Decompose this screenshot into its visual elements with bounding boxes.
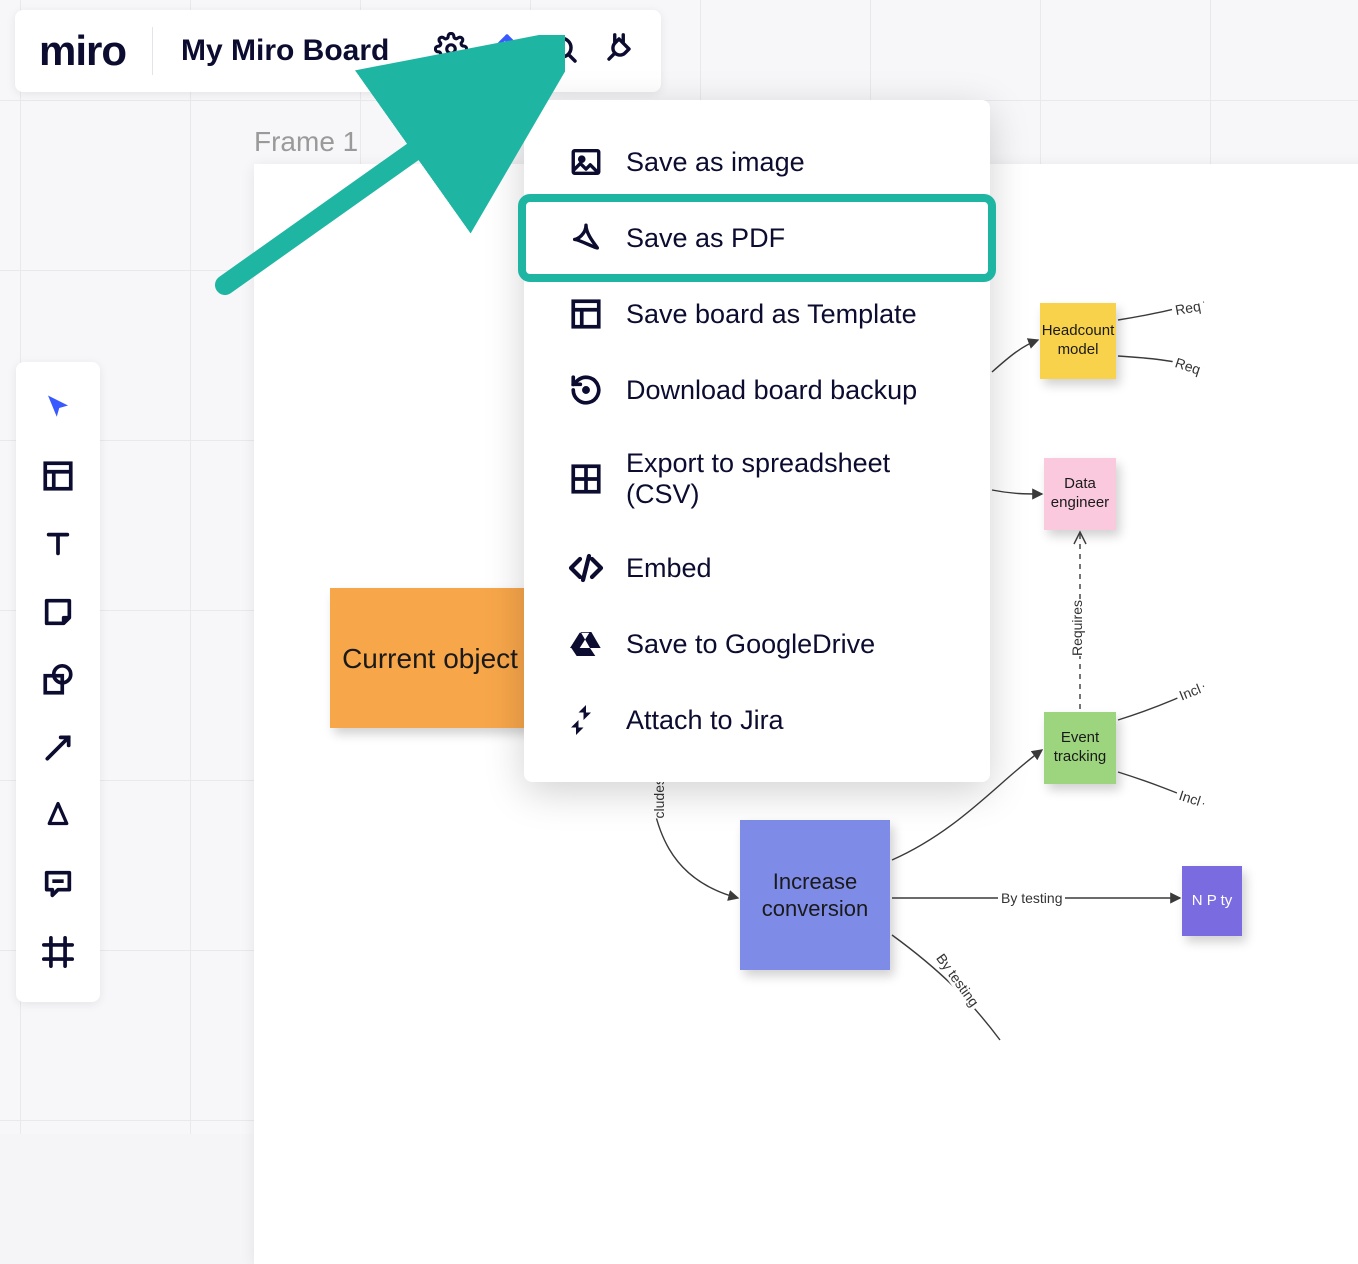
gear-icon xyxy=(434,32,468,71)
sticky-text: Current object xyxy=(342,641,518,676)
image-icon xyxy=(568,144,604,180)
export-button[interactable] xyxy=(483,27,531,75)
sticky-data-engineer[interactable]: Data engineer xyxy=(1044,458,1116,530)
menu-item-label: Save to GoogleDrive xyxy=(626,629,875,660)
template-icon xyxy=(41,459,75,498)
backup-icon xyxy=(568,372,604,408)
left-toolbar xyxy=(16,362,100,1002)
sticky-text: N P ty xyxy=(1192,892,1233,911)
menu-item-label: Export to spreadsheet (CSV) xyxy=(626,448,946,510)
menu-attach-jira[interactable]: Attach to Jira xyxy=(524,682,990,758)
menu-save-as-image[interactable]: Save as image xyxy=(524,124,990,200)
arrow-icon xyxy=(42,732,74,769)
menu-download-backup[interactable]: Download board backup xyxy=(524,352,990,428)
sticky-tool[interactable] xyxy=(28,584,88,644)
menu-item-label: Embed xyxy=(626,553,712,584)
select-tool[interactable] xyxy=(28,380,88,440)
google-drive-icon xyxy=(568,626,604,662)
edge-label: By testing xyxy=(998,890,1065,906)
pdf-icon xyxy=(568,220,604,256)
menu-export-csv[interactable]: Export to spreadsheet (CSV) xyxy=(524,428,990,530)
sticky-text: Increase conversion xyxy=(746,868,884,923)
text-icon xyxy=(42,528,74,565)
sticky-event-tracking[interactable]: Event tracking xyxy=(1044,712,1116,784)
search-icon xyxy=(547,33,579,70)
templates-tool[interactable] xyxy=(28,448,88,508)
spreadsheet-icon xyxy=(568,461,604,497)
sticky-partial-right[interactable]: N P ty xyxy=(1182,866,1242,936)
miro-logo[interactable]: miro xyxy=(39,27,126,75)
menu-item-label: Attach to Jira xyxy=(626,705,784,736)
menu-item-label: Save board as Template xyxy=(626,299,917,330)
menu-item-label: Download board backup xyxy=(626,375,917,406)
frame-icon xyxy=(41,935,75,974)
export-menu: Save as image Save as PDF Save board as … xyxy=(524,100,990,782)
menu-save-google-drive[interactable]: Save to GoogleDrive xyxy=(524,606,990,682)
jira-icon xyxy=(568,702,604,738)
top-bar: miro My Miro Board xyxy=(15,10,661,92)
pen-tool[interactable] xyxy=(28,788,88,848)
search-button[interactable] xyxy=(539,27,587,75)
menu-save-template[interactable]: Save board as Template xyxy=(524,276,990,352)
shape-icon xyxy=(41,663,75,702)
plug-icon xyxy=(602,32,636,71)
menu-item-label: Save as image xyxy=(626,147,805,178)
comment-icon xyxy=(41,867,75,906)
menu-save-as-pdf[interactable]: Save as PDF xyxy=(524,200,990,276)
embed-icon xyxy=(568,550,604,586)
frame-tool[interactable] xyxy=(28,924,88,984)
sticky-current-objective[interactable]: Current object xyxy=(330,588,530,728)
upload-icon xyxy=(490,32,524,71)
plugin-button[interactable] xyxy=(595,27,643,75)
sticky-text: Headcount model xyxy=(1042,322,1115,360)
edge-label: Requires xyxy=(1066,600,1088,656)
pen-icon xyxy=(43,799,73,838)
settings-button[interactable] xyxy=(427,27,475,75)
sticky-headcount-model[interactable]: Headcount model xyxy=(1040,303,1116,379)
comment-tool[interactable] xyxy=(28,856,88,916)
sticky-note-icon xyxy=(41,595,75,634)
edge-label: cludes xyxy=(648,778,670,818)
divider xyxy=(152,27,153,75)
sticky-text: Event tracking xyxy=(1050,729,1110,767)
sticky-increase-conversion[interactable]: Increase conversion xyxy=(740,820,890,970)
arrow-tool[interactable] xyxy=(28,720,88,780)
cursor-icon xyxy=(43,393,73,428)
frame-label: Frame 1 xyxy=(254,126,358,158)
shape-tool[interactable] xyxy=(28,652,88,712)
board-title[interactable]: My Miro Board xyxy=(181,34,389,68)
text-tool[interactable] xyxy=(28,516,88,576)
menu-item-label: Save as PDF xyxy=(626,223,785,254)
sticky-text: Data engineer xyxy=(1050,475,1110,513)
menu-embed[interactable]: Embed xyxy=(524,530,990,606)
template-icon xyxy=(568,296,604,332)
